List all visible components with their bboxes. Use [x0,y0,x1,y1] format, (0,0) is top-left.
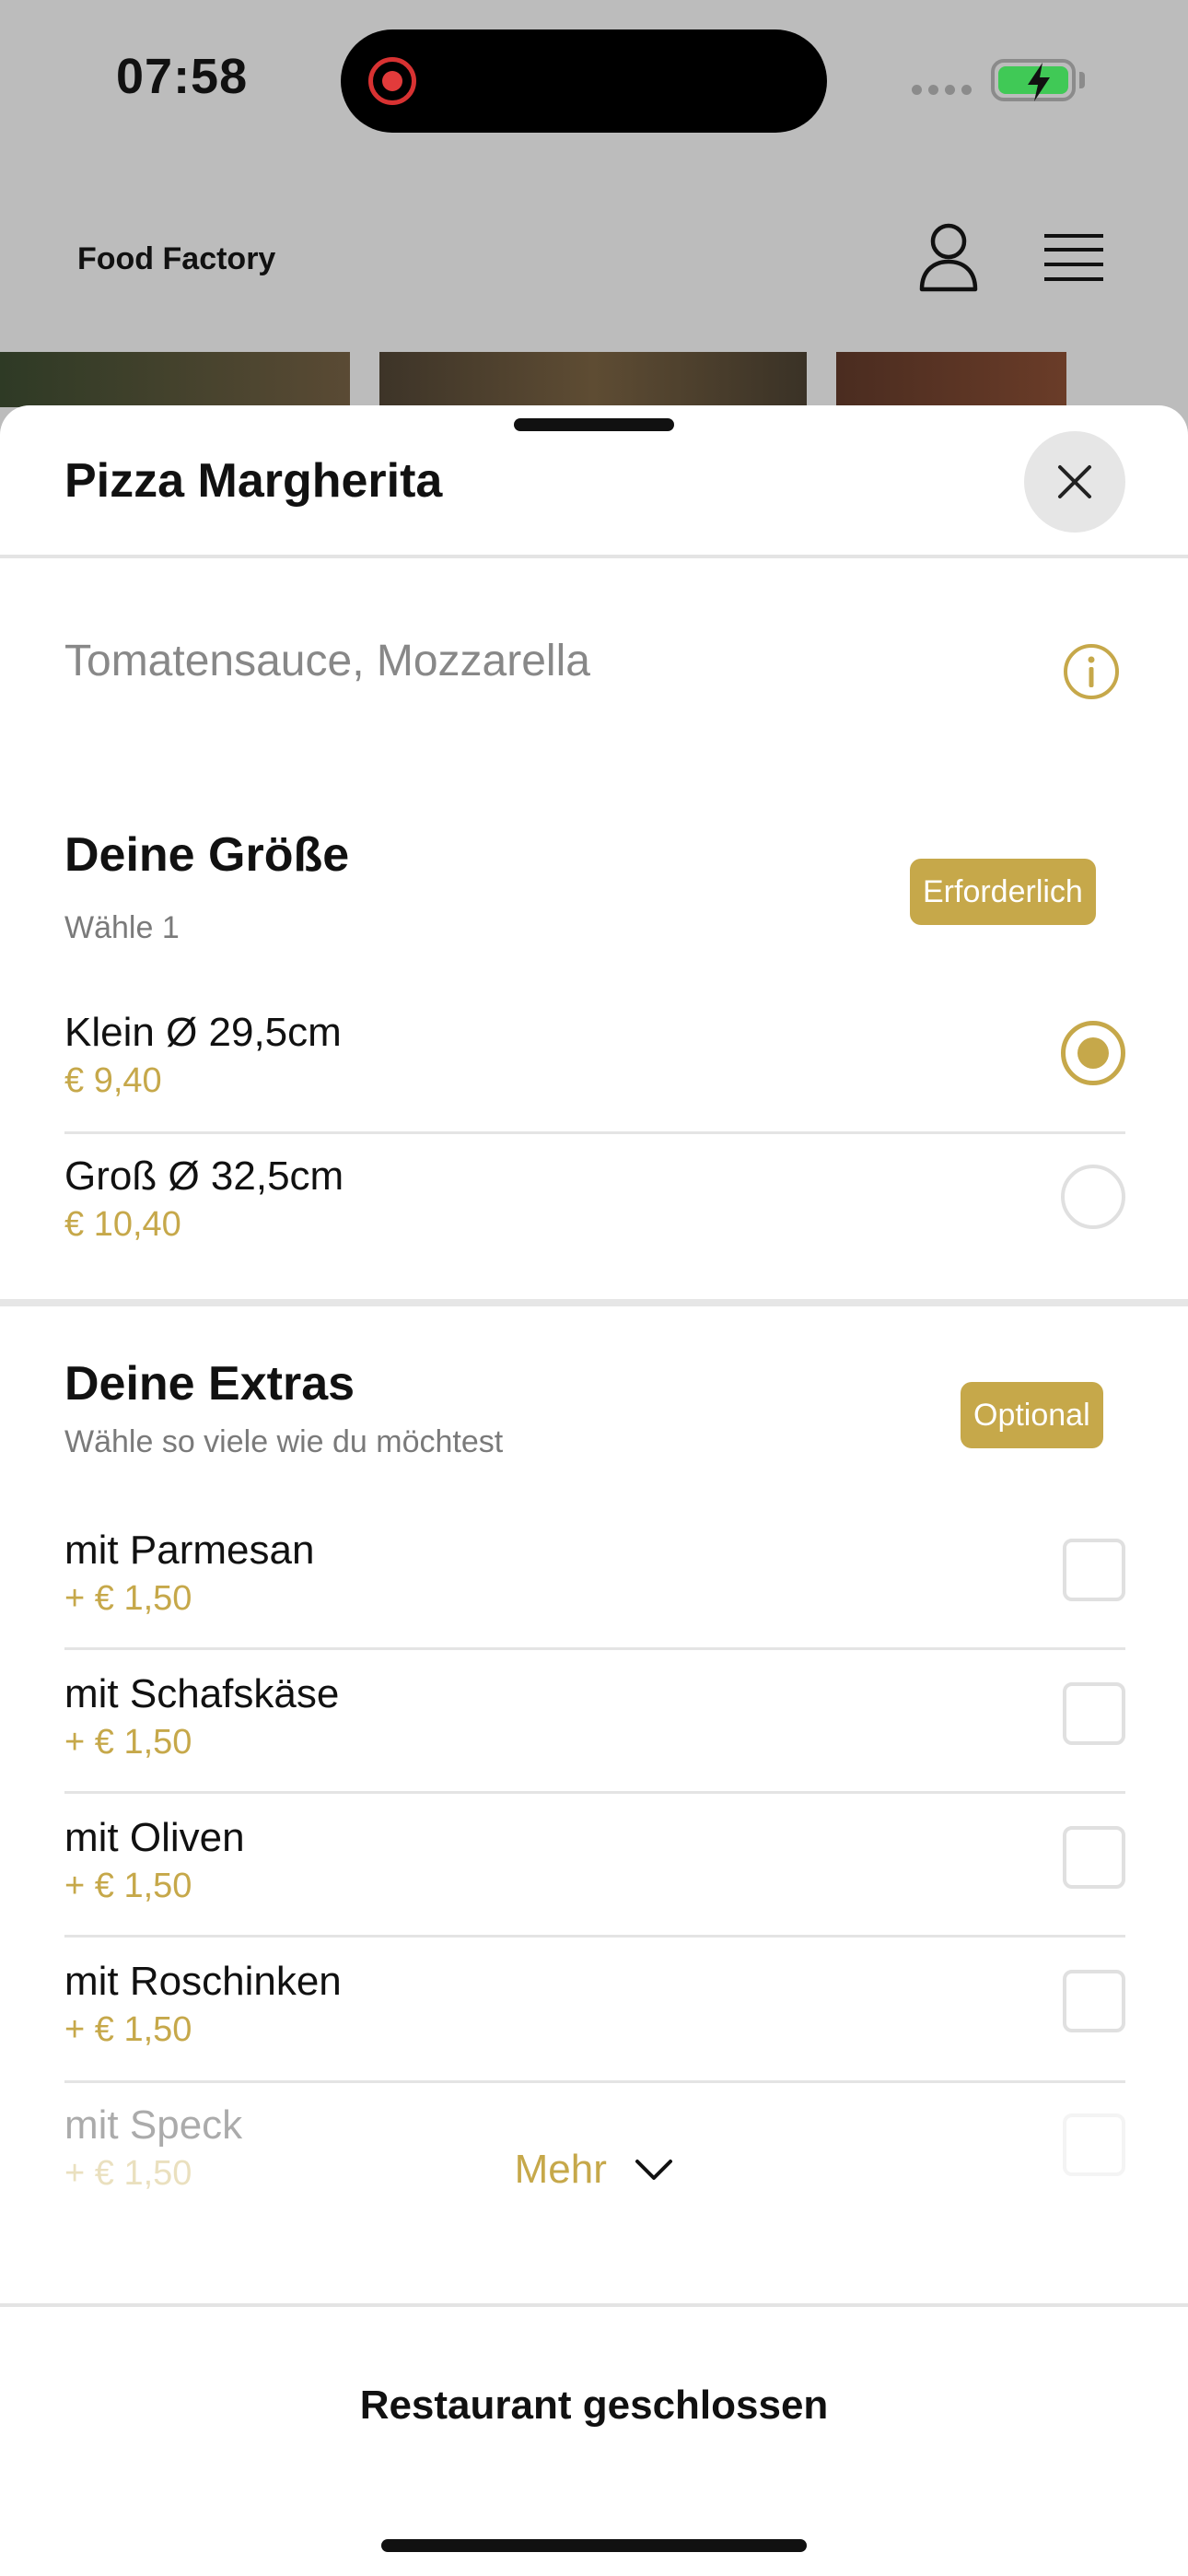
option-name: mit Oliven [64,1815,245,1860]
option-price: + € 1,50 [64,1579,192,1618]
close-icon [1058,465,1091,498]
extra-option[interactable]: mit Parmesan + € 1,50 [64,1528,1125,1629]
sheet-grabber[interactable] [514,418,674,431]
product-description: Tomatensauce, Mozzarella [64,637,590,685]
radio-button-selected[interactable] [1061,1021,1125,1085]
home-indicator [381,2539,807,2552]
product-sheet: Pizza Margherita Tomatensauce, Mozzarell… [0,405,1188,2576]
app-header: Food Factory [0,157,1188,352]
option-name: mit Parmesan [64,1528,315,1573]
extra-option[interactable]: mit Roschinken + € 1,50 [64,1959,1125,2060]
radio-button[interactable] [1061,1165,1125,1229]
size-section-subtitle: Wähle 1 [64,910,180,945]
size-option[interactable]: Klein Ø 29,5cm € 9,40 [64,1010,1125,1111]
size-option[interactable]: Groß Ø 32,5cm € 10,40 [64,1153,1125,1255]
option-price: € 10,40 [64,1205,181,1244]
battery-icon [991,59,1076,101]
show-more-label: Mehr [514,2147,607,2192]
checkbox[interactable] [1063,1682,1125,1745]
extra-option[interactable]: mit Oliven + € 1,50 [64,1815,1125,1916]
menu-icon[interactable] [1042,232,1105,284]
chevron-down-icon [635,2160,673,2180]
checkbox[interactable] [1063,1539,1125,1601]
optional-badge: Optional [961,1382,1103,1448]
option-name: mit Speck [64,2102,243,2148]
option-price: € 9,40 [64,1061,162,1100]
signal-icon [912,85,972,95]
brand-title[interactable]: Food Factory [77,241,275,277]
status-time: 07:58 [116,49,249,104]
option-price: + € 1,50 [64,1723,192,1762]
charging-bolt-icon [1028,63,1050,101]
restaurant-closed-status: Restaurant geschlossen [359,2383,829,2428]
close-button[interactable] [1024,431,1125,533]
extra-option[interactable]: mit Schafskäse + € 1,50 [64,1671,1125,1773]
dynamic-island [341,29,827,133]
extras-section-subtitle: Wähle so viele wie du möchtest [64,1424,504,1459]
food-photo [379,352,807,407]
recording-icon [368,57,416,105]
food-photo [836,352,1066,407]
info-icon[interactable] [1063,643,1120,700]
option-name: mit Roschinken [64,1959,342,2004]
option-price: + € 1,50 [64,1867,192,1905]
product-title: Pizza Margherita [64,454,443,508]
food-photo [0,352,350,407]
option-name: Groß Ø 32,5cm [64,1153,344,1199]
required-badge: Erforderlich [910,859,1096,925]
option-price: + € 1,50 [64,2010,192,2049]
option-name: Klein Ø 29,5cm [64,1010,342,1055]
extras-section-title: Deine Extras [64,1357,355,1411]
checkbox[interactable] [1063,1970,1125,2032]
menu-photo-strip [0,352,1188,407]
checkbox[interactable] [1063,1826,1125,1889]
status-bar: 07:58 [0,0,1188,157]
size-section-title: Deine Größe [64,828,350,882]
user-icon[interactable] [917,221,980,293]
show-more-button[interactable]: Mehr [0,2147,1188,2193]
option-name: mit Schafskäse [64,1671,340,1716]
